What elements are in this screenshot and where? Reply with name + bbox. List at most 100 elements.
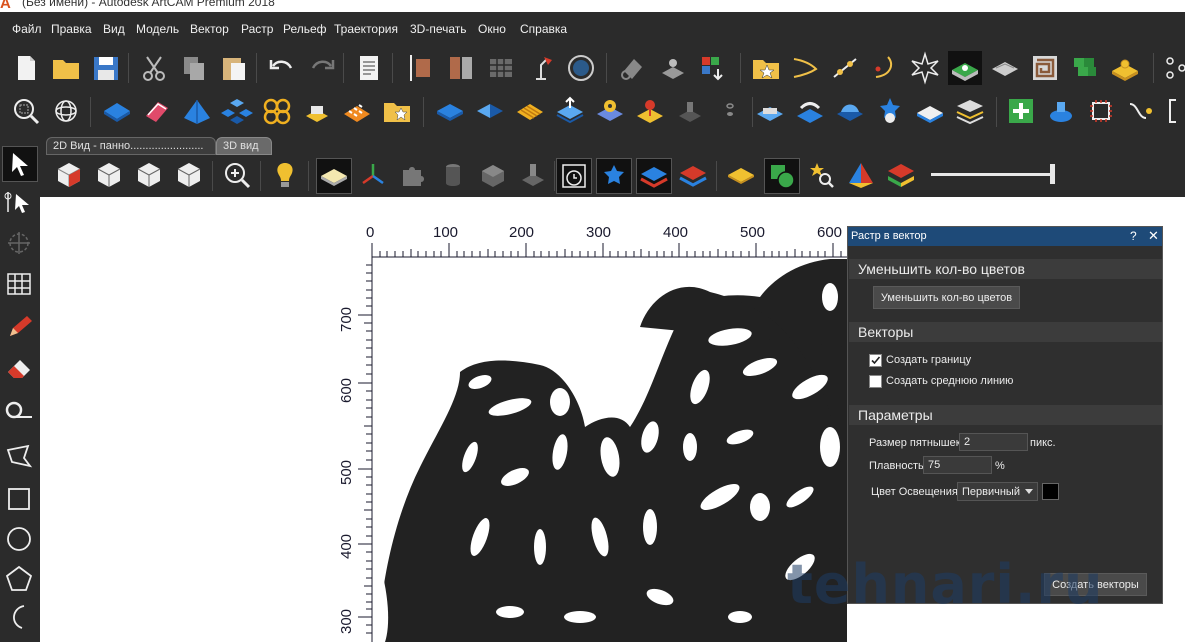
layer-upload-icon[interactable] — [553, 94, 587, 128]
paste-icon[interactable] — [217, 51, 251, 85]
tab-3d-view[interactable]: 3D вид — [216, 137, 272, 155]
half-relief-icon[interactable] — [473, 94, 507, 128]
blue-star-plate-icon[interactable] — [596, 158, 632, 194]
transparency-slider-thumb[interactable] — [1050, 164, 1055, 184]
zoom-area-icon[interactable] — [9, 94, 43, 128]
striped-relief-icon[interactable] — [513, 94, 547, 128]
yellow-diamond-icon[interactable] — [724, 158, 758, 192]
spot-size-input[interactable] — [959, 433, 1028, 451]
block-icon[interactable] — [476, 158, 510, 192]
tab-2d-view[interactable]: 2D Вид - панно........................ — [46, 137, 216, 155]
create-centerline-checkbox[interactable] — [869, 375, 882, 388]
menu-help[interactable]: Справка — [520, 22, 567, 36]
copy-icon[interactable] — [177, 51, 211, 85]
orange-grid-icon[interactable] — [340, 94, 374, 128]
cut-icon[interactable] — [137, 51, 171, 85]
rectangle-icon[interactable] — [2, 482, 36, 516]
grid-icon[interactable] — [484, 51, 518, 85]
top-view-icon[interactable] — [172, 158, 206, 192]
model-size-icon[interactable] — [402, 51, 436, 85]
menu-model[interactable]: Модель — [136, 22, 179, 36]
side-view-icon[interactable] — [132, 158, 166, 192]
arc-icon[interactable] — [2, 600, 36, 634]
gauge-icon[interactable] — [564, 51, 598, 85]
import-color-icon[interactable] — [696, 51, 730, 85]
menu-view[interactable]: Вид — [103, 22, 125, 36]
light-color-select[interactable]: Первичный — [957, 482, 1038, 501]
light-bulb-icon[interactable] — [268, 158, 302, 192]
small-dot-icon[interactable] — [713, 94, 747, 128]
blue-peak-icon[interactable] — [180, 94, 214, 128]
layers-stack-icon[interactable] — [953, 94, 987, 128]
menu-raster[interactable]: Растр — [241, 22, 273, 36]
save-icon[interactable] — [89, 51, 123, 85]
node-select-icon[interactable] — [2, 186, 36, 220]
front-view-icon[interactable] — [92, 158, 126, 192]
dark-press-icon[interactable] — [673, 94, 707, 128]
star-search-icon[interactable] — [804, 158, 838, 192]
circle-icon[interactable] — [2, 522, 36, 556]
menu-file[interactable]: Файл — [12, 22, 42, 36]
gear-relief-icon[interactable] — [593, 94, 627, 128]
close-icon[interactable]: ✕ — [1148, 228, 1159, 244]
relief-layer-icon[interactable] — [948, 51, 982, 85]
zoom-icon[interactable] — [220, 158, 254, 192]
material-plate-icon[interactable] — [316, 158, 352, 194]
create-border-checkbox[interactable] — [869, 354, 882, 367]
menu-toolpath[interactable]: Траектория — [334, 22, 398, 36]
polyline-icon[interactable] — [2, 440, 36, 474]
green-blocks-icon[interactable] — [1068, 51, 1102, 85]
sweep-icon[interactable] — [793, 94, 827, 128]
chip-icon[interactable] — [1084, 94, 1118, 128]
node-edit-icon[interactable] — [828, 51, 862, 85]
blue-jar-icon[interactable] — [1044, 94, 1078, 128]
axes-icon[interactable] — [356, 158, 390, 192]
star-folder-icon[interactable] — [380, 94, 414, 128]
menu-edit[interactable]: Правка — [51, 22, 92, 36]
open-folder-icon[interactable] — [49, 51, 83, 85]
texture-relief-icon[interactable] — [988, 51, 1022, 85]
color-pyramid-icon[interactable] — [844, 158, 878, 192]
transform-icon[interactable] — [2, 226, 36, 260]
bezier-vector-icon[interactable] — [788, 51, 822, 85]
yellow-press-icon[interactable] — [300, 94, 334, 128]
light-color-swatch[interactable] — [1042, 483, 1059, 500]
measure-icon[interactable] — [2, 394, 36, 428]
blue-cubes-icon[interactable] — [220, 94, 254, 128]
white-diamond-icon[interactable] — [913, 94, 947, 128]
eraser-icon[interactable] — [2, 352, 36, 386]
puzzle-icon[interactable] — [396, 158, 430, 192]
select-arrow-icon[interactable] — [2, 146, 38, 182]
cylinder-icon[interactable] — [436, 158, 470, 192]
arc-vector-icon[interactable] — [868, 51, 902, 85]
yellow-plate-icon[interactable] — [1108, 51, 1142, 85]
nodes-icon[interactable] — [1160, 51, 1185, 85]
transparency-slider-track[interactable] — [931, 173, 1055, 176]
undo-icon[interactable] — [265, 51, 299, 85]
redo-icon[interactable] — [305, 51, 339, 85]
add-green-icon[interactable] — [1004, 94, 1038, 128]
dome-icon[interactable] — [833, 94, 867, 128]
lamp-icon[interactable] — [524, 51, 558, 85]
menu-window[interactable]: Окно — [478, 22, 506, 36]
star-burst-icon[interactable] — [908, 51, 942, 85]
smoothness-input[interactable] — [923, 456, 992, 474]
iso-view-icon[interactable] — [52, 158, 86, 192]
pencil-icon[interactable] — [2, 310, 36, 344]
menu-relief[interactable]: Рельеф — [283, 22, 327, 36]
split-view-icon[interactable] — [444, 51, 478, 85]
sculpt-icon[interactable] — [616, 51, 650, 85]
shape-combine-icon[interactable] — [764, 158, 800, 194]
notes-icon[interactable] — [352, 51, 386, 85]
help-icon[interactable]: ? — [1130, 229, 1137, 243]
tool-stack-icon[interactable] — [656, 51, 690, 85]
blue-red-layer-icon[interactable] — [636, 158, 672, 194]
red-extrude-icon[interactable] — [140, 94, 174, 128]
mesh-icon[interactable] — [2, 266, 36, 300]
color-layers-icon[interactable] — [884, 158, 918, 192]
maze-icon[interactable] — [1028, 51, 1062, 85]
tool-holder-icon[interactable] — [516, 158, 550, 192]
red-blue-layer-icon[interactable] — [676, 158, 710, 192]
new-file-icon[interactable] — [9, 51, 43, 85]
favorites-folder-icon[interactable] — [749, 51, 783, 85]
